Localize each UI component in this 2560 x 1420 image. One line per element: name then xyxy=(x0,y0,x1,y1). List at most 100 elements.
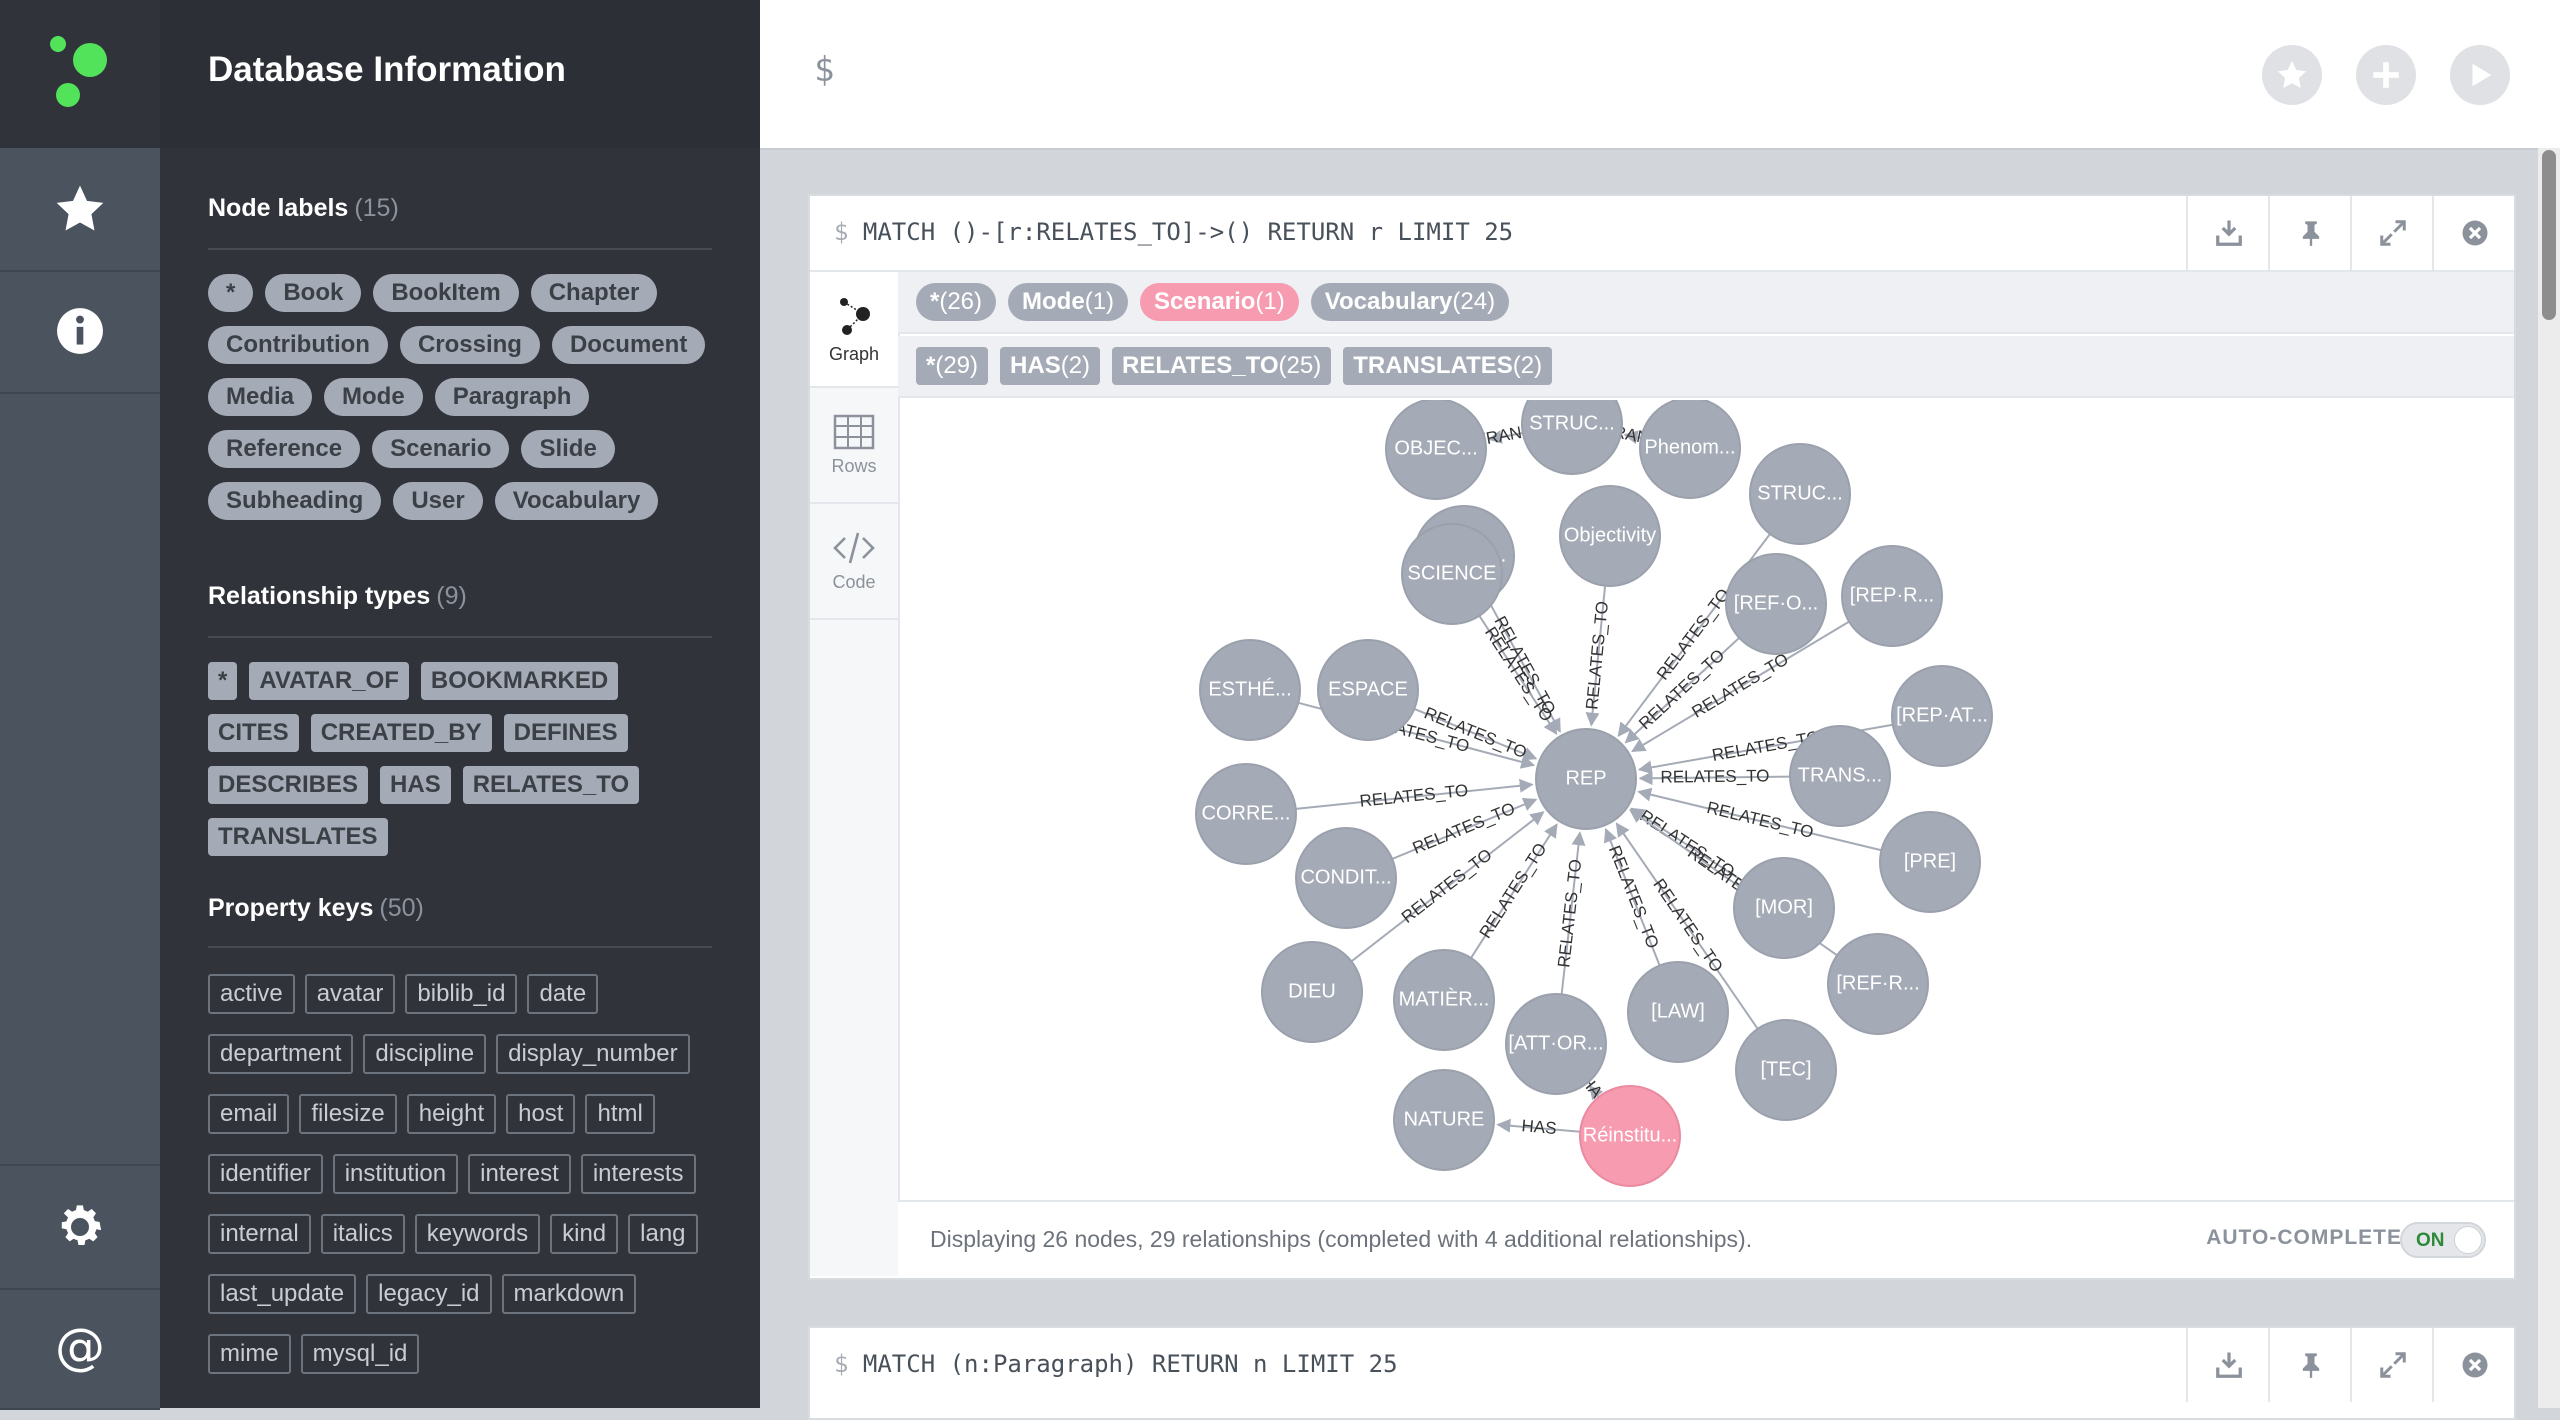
graph-node-5[interactable]: Objectivity xyxy=(1559,485,1661,587)
property-key-chip-19[interactable]: kind xyxy=(550,1214,619,1254)
pin-button[interactable] xyxy=(2268,1328,2352,1402)
node-label-chip-0[interactable]: * xyxy=(208,274,254,312)
relationship-type-chip-0[interactable]: * xyxy=(208,662,238,700)
property-key-chip-12[interactable]: identifier xyxy=(208,1154,323,1194)
download-button[interactable] xyxy=(2186,1328,2270,1402)
node-label-chip-1[interactable]: Book xyxy=(265,274,362,312)
node-label-chip-10[interactable]: Reference xyxy=(208,430,361,468)
autocomplete-toggle[interactable]: ON xyxy=(2400,1222,2486,1258)
graph-node-3[interactable]: Phenom... xyxy=(1639,400,1741,499)
graph-node-13[interactable]: TRANS... xyxy=(1789,725,1891,827)
property-key-chip-4[interactable]: department xyxy=(208,1034,354,1074)
node-label-chip-5[interactable]: Crossing xyxy=(399,326,540,364)
relationship-type-chip-1[interactable]: AVATAR_OF xyxy=(249,662,409,700)
property-key-chip-3[interactable]: date xyxy=(527,974,599,1014)
scrollbar-thumb[interactable] xyxy=(2542,150,2556,320)
tab-rows[interactable]: Rows xyxy=(810,388,898,504)
relationship-type-chip-9[interactable]: TRANSLATES xyxy=(208,818,388,856)
legend-relationship-2[interactable]: RELATES_TO(25) xyxy=(1112,347,1332,385)
node-label-chip-9[interactable]: Paragraph xyxy=(434,378,590,416)
graph-node-12[interactable]: [REP·AT... xyxy=(1891,665,1993,767)
tab-code[interactable]: Code xyxy=(810,504,898,620)
graph-canvas[interactable]: RELATES_TORELATES_TORELATES_TORELATES_TO… xyxy=(898,400,2514,1200)
frame-command[interactable]: $ MATCH (n:Paragraph) RETURN n LIMIT 25 xyxy=(834,1350,1398,1378)
frame-command[interactable]: $ MATCH ()-[r:RELATES_TO]->() RETURN r L… xyxy=(834,218,1513,246)
graph-node-10[interactable]: ESTHÉ... xyxy=(1199,639,1301,741)
relationship-type-chip-7[interactable]: HAS xyxy=(380,766,451,804)
fullscreen-button[interactable] xyxy=(2350,1328,2434,1402)
node-label-chip-2[interactable]: BookItem xyxy=(373,274,519,312)
property-key-chip-15[interactable]: interests xyxy=(580,1154,696,1194)
property-key-chip-5[interactable]: discipline xyxy=(363,1034,487,1074)
fullscreen-button[interactable] xyxy=(2350,196,2434,270)
graph-node-8[interactable]: [REF·O... xyxy=(1725,553,1827,655)
property-key-chip-18[interactable]: keywords xyxy=(414,1214,541,1254)
node-label-chip-11[interactable]: Scenario xyxy=(372,430,510,468)
legend-label-0[interactable]: *(26) xyxy=(916,283,997,321)
legend-label-3[interactable]: Vocabulary(24) xyxy=(1310,283,1510,321)
graph-node-24[interactable]: NATURE xyxy=(1393,1069,1495,1171)
nav-favorites[interactable] xyxy=(0,148,160,272)
relationship-type-chip-4[interactable]: CREATED_BY xyxy=(310,714,492,752)
property-key-chip-1[interactable]: avatar xyxy=(304,974,396,1014)
nav-about[interactable]: @ xyxy=(0,1286,160,1410)
graph-node-17[interactable]: [MOR] xyxy=(1733,857,1835,959)
property-key-chip-13[interactable]: institution xyxy=(332,1154,459,1194)
graph-node-16[interactable]: CONDIT... xyxy=(1295,827,1397,929)
favorite-query-button[interactable] xyxy=(2262,45,2322,105)
relationship-type-chip-3[interactable]: CITES xyxy=(208,714,299,752)
graph-node-22[interactable]: [ATT·OR... xyxy=(1505,993,1607,1095)
relationship-type-chip-8[interactable]: RELATES_TO xyxy=(462,766,640,804)
tab-graph[interactable]: Graph xyxy=(810,272,898,388)
node-label-chip-3[interactable]: Chapter xyxy=(530,274,658,312)
relationship-type-chip-5[interactable]: DEFINES xyxy=(503,714,628,752)
nav-settings[interactable] xyxy=(0,1164,160,1290)
relationship-type-chip-2[interactable]: BOOKMARKED xyxy=(420,662,619,700)
scrollbar-track[interactable] xyxy=(2538,148,2560,1408)
graph-node-15[interactable]: [PRE] xyxy=(1879,811,1981,913)
property-key-chip-25[interactable]: mysql_id xyxy=(300,1334,420,1374)
graph-node-4[interactable]: STRUC... xyxy=(1749,443,1851,545)
property-key-chip-11[interactable]: html xyxy=(585,1094,655,1134)
property-key-chip-2[interactable]: biblib_id xyxy=(405,974,518,1014)
graph-node-7[interactable]: SCIENCE xyxy=(1401,523,1503,625)
graph-node-18[interactable]: DIEU xyxy=(1261,941,1363,1043)
property-key-chip-17[interactable]: italics xyxy=(320,1214,405,1254)
legend-label-2[interactable]: Scenario(1) xyxy=(1140,283,1299,321)
graph-node-19[interactable]: MATIÈR... xyxy=(1393,949,1495,1051)
legend-relationship-1[interactable]: HAS(2) xyxy=(1000,347,1101,385)
property-key-chip-7[interactable]: email xyxy=(208,1094,290,1134)
graph-node-21[interactable]: [LAW] xyxy=(1627,961,1729,1063)
graph-node-11[interactable]: ESPACE xyxy=(1317,639,1419,741)
legend-relationship-0[interactable]: *(29) xyxy=(916,347,989,385)
property-key-chip-14[interactable]: interest xyxy=(468,1154,571,1194)
property-key-chip-9[interactable]: height xyxy=(406,1094,497,1134)
graph-node-2[interactable]: STRUC... xyxy=(1521,400,1623,475)
download-button[interactable] xyxy=(2186,196,2270,270)
run-query-button[interactable] xyxy=(2450,45,2510,105)
node-label-chip-15[interactable]: Vocabulary xyxy=(494,482,659,520)
graph-node-9[interactable]: [REP·R... xyxy=(1841,545,1943,647)
graph-node-1[interactable]: OBJEC... xyxy=(1385,400,1487,500)
close-frame-button[interactable] xyxy=(2432,196,2516,270)
node-label-chip-14[interactable]: User xyxy=(393,482,483,520)
property-key-chip-23[interactable]: markdown xyxy=(501,1274,637,1314)
legend-label-1[interactable]: Mode(1) xyxy=(1008,283,1129,321)
pin-button[interactable] xyxy=(2268,196,2352,270)
graph-node-25[interactable]: Réinstitu... xyxy=(1579,1085,1681,1187)
property-key-chip-0[interactable]: active xyxy=(208,974,295,1014)
neo4j-logo[interactable] xyxy=(0,0,160,148)
node-rep[interactable]: REP xyxy=(1535,728,1637,830)
node-label-chip-12[interactable]: Slide xyxy=(521,430,615,468)
node-label-chip-13[interactable]: Subheading xyxy=(208,482,382,520)
property-key-chip-22[interactable]: legacy_id xyxy=(366,1274,492,1314)
node-label-chip-8[interactable]: Mode xyxy=(324,378,423,416)
graph-node-23[interactable]: [TEC] xyxy=(1735,1019,1837,1121)
legend-relationship-3[interactable]: TRANSLATES(2) xyxy=(1343,347,1553,385)
close-frame-button[interactable] xyxy=(2432,1328,2516,1402)
property-key-chip-6[interactable]: display_number xyxy=(496,1034,690,1074)
property-key-chip-21[interactable]: last_update xyxy=(208,1274,357,1314)
property-key-chip-24[interactable]: mime xyxy=(208,1334,291,1374)
node-label-chip-6[interactable]: Document xyxy=(551,326,706,364)
nav-info[interactable] xyxy=(0,270,160,394)
